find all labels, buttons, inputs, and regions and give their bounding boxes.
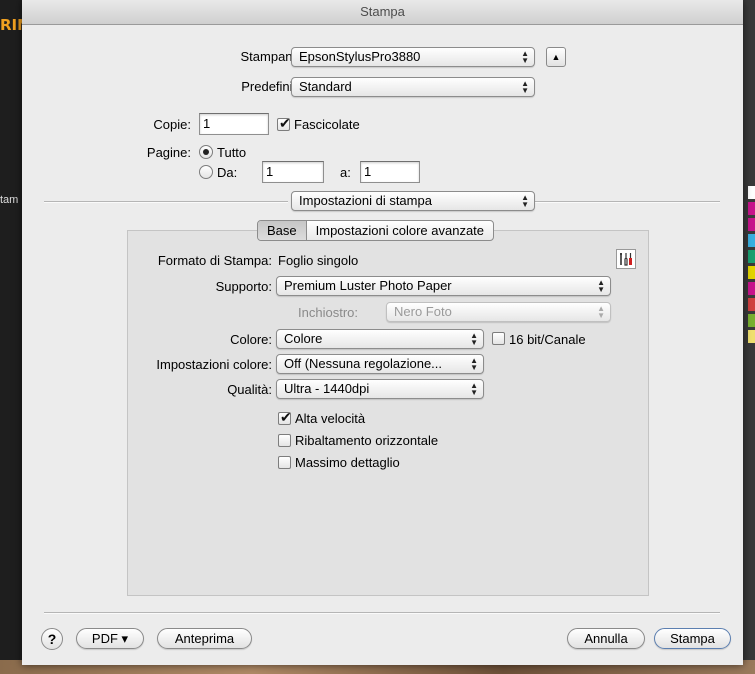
color-swatch	[748, 234, 755, 247]
copies-field[interactable]: 1	[199, 113, 269, 135]
media-label: Supporto:	[215, 279, 272, 294]
presets-popup[interactable]: Standard ▲ ▼	[291, 77, 535, 97]
separator-right	[534, 201, 720, 203]
popup-arrows-icon: ▲ ▼	[470, 381, 478, 397]
checkmark-icon: ✔	[280, 409, 292, 425]
tools-icon[interactable]	[616, 249, 636, 269]
pages-from-field[interactable]: 1	[262, 161, 324, 183]
cancel-button[interactable]: Annulla	[567, 628, 645, 649]
bit-depth-label: 16 bit/Canale	[509, 332, 586, 347]
high-speed-checkbox[interactable]: ✔	[278, 409, 292, 425]
popup-arrows-icon: ▲ ▼	[470, 331, 478, 347]
color-value: Colore	[284, 331, 323, 346]
format-value: Foglio singolo	[278, 253, 359, 268]
wrench-screwdriver-icon	[620, 253, 632, 266]
color-popup[interactable]: Colore ▲ ▼	[276, 329, 484, 349]
section-value: Impostazioni di stampa	[299, 193, 432, 208]
popup-arrows-icon: ▲ ▼	[521, 49, 529, 65]
print-button[interactable]: Stampa	[654, 628, 731, 649]
format-label: Formato di Stampa:	[157, 253, 272, 268]
color-settings-value: Off (Nessuna regolazione...	[284, 356, 443, 371]
media-popup[interactable]: Premium Luster Photo Paper ▲ ▼	[276, 276, 611, 296]
window-title: Stampa	[22, 0, 743, 25]
footer-separator	[44, 612, 720, 614]
flip-checkbox[interactable]	[278, 434, 291, 447]
flip-label: Ribaltamento orizzontale	[295, 433, 439, 448]
pages-from-radio[interactable]	[199, 165, 213, 179]
color-swatch	[748, 330, 755, 343]
disclosure-up-button[interactable]: ▲	[546, 47, 566, 67]
section-popup[interactable]: Impostazioni di stampa ▲ ▼	[291, 191, 535, 211]
separator-left	[44, 201, 288, 203]
triangle-up-icon: ▲	[551, 52, 561, 62]
quality-popup[interactable]: Ultra - 1440dpi ▲ ▼	[276, 379, 484, 399]
radio-dot-icon	[203, 149, 209, 155]
printer-popup[interactable]: EpsonStylusPro3880 ▲ ▼	[291, 47, 535, 67]
copies-label: Copie:	[153, 117, 191, 132]
color-label: Colore:	[230, 332, 272, 347]
pdf-button[interactable]: PDF ▾	[76, 628, 144, 649]
color-swatch	[748, 298, 755, 311]
popup-arrows-icon: ▲ ▼	[521, 79, 529, 95]
background-side-text: tam	[0, 194, 19, 206]
color-swatch	[748, 186, 755, 199]
color-swatch	[748, 250, 755, 263]
ink-popup[interactable]: Nero Foto ▲ ▼	[386, 302, 611, 322]
preview-button[interactable]: Anteprima	[157, 628, 252, 649]
color-settings-popup[interactable]: Off (Nessuna regolazione... ▲ ▼	[276, 354, 484, 374]
background-logo-text: RIN	[0, 16, 22, 34]
quality-value: Ultra - 1440dpi	[284, 381, 370, 396]
quality-label: Qualità:	[227, 382, 272, 397]
color-swatch	[748, 218, 755, 231]
color-swatch	[748, 314, 755, 327]
high-speed-label: Alta velocità	[295, 411, 366, 426]
tab-base[interactable]: Base	[258, 221, 307, 240]
max-detail-label: Massimo dettaglio	[295, 455, 400, 470]
background-right-panel	[741, 0, 755, 674]
tab-bar: Base Impostazioni colore avanzate	[257, 220, 495, 241]
tab-advanced-color[interactable]: Impostazioni colore avanzate	[307, 221, 493, 240]
collate-checkbox[interactable]: ✔	[277, 115, 291, 131]
popup-arrows-icon: ▲ ▼	[597, 304, 605, 320]
color-swatch	[748, 282, 755, 295]
bit-depth-checkbox[interactable]	[492, 332, 505, 345]
popup-arrows-icon: ▲ ▼	[597, 278, 605, 294]
popup-arrows-icon: ▲ ▼	[470, 356, 478, 372]
help-button[interactable]: ?	[41, 628, 63, 650]
pages-label: Pagine:	[146, 145, 191, 160]
pages-all-label: Tutto	[217, 145, 247, 160]
printer-value: EpsonStylusPro3880	[299, 49, 421, 64]
color-swatch	[748, 202, 755, 215]
media-value: Premium Luster Photo Paper	[284, 278, 452, 293]
color-settings-label: Impostazioni colore:	[156, 357, 272, 372]
max-detail-checkbox[interactable]	[278, 456, 291, 469]
popup-arrows-icon: ▲ ▼	[521, 193, 529, 209]
pages-from-label: Da:	[217, 165, 238, 180]
checkmark-icon: ✔	[279, 115, 291, 131]
color-swatch	[748, 266, 755, 279]
presets-value: Standard	[299, 79, 352, 94]
collate-label: Fascicolate	[294, 117, 360, 132]
pages-to-field[interactable]: 1	[360, 161, 420, 183]
ink-label: Inchiostro:	[298, 305, 358, 320]
background-app: RIN tam	[0, 0, 22, 674]
ink-value: Nero Foto	[394, 304, 452, 319]
print-dialog: Stampa Stampante: EpsonStylusPro3880 ▲ ▼ …	[22, 0, 743, 665]
pages-to-label: a:	[340, 165, 351, 180]
pages-all-radio[interactable]	[199, 145, 213, 159]
